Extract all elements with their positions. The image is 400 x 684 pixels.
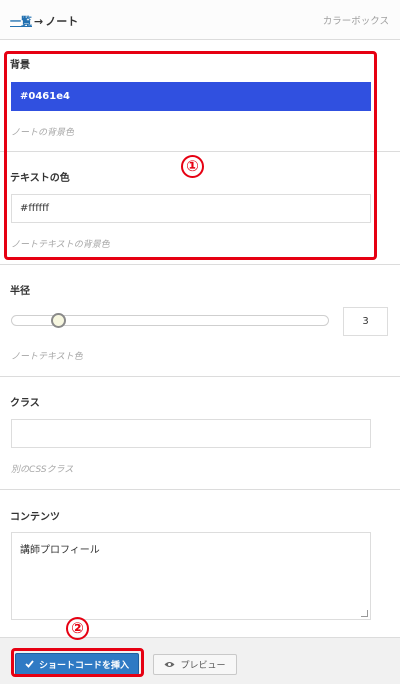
breadcrumb-link-list[interactable]: 一覧: [10, 15, 32, 28]
brand-label: カラーボックス: [322, 16, 389, 27]
annotation-number-2: ②: [66, 617, 89, 640]
eye-icon: [164, 662, 175, 667]
class-help: 別のCSSクラス: [11, 465, 74, 475]
contents-label: コンテンツ: [10, 512, 60, 523]
radius-label: 半径: [10, 286, 30, 297]
breadcrumb: 一覧 → ノート: [10, 13, 78, 29]
annotation-box-2: [11, 648, 144, 677]
preview-button[interactable]: プレビュー: [153, 654, 237, 675]
contents-text: 講師プロフィール: [20, 545, 100, 556]
header: 一覧 → ノート カラーボックス: [0, 0, 400, 40]
class-label: クラス: [10, 398, 40, 409]
breadcrumb-current: ノート: [45, 15, 79, 28]
breadcrumb-arrow: →: [34, 15, 44, 28]
radius-help: ノートテキスト色: [11, 352, 83, 362]
contents-textarea[interactable]: 講師プロフィール: [11, 532, 371, 620]
radius-number-input[interactable]: 3: [343, 307, 388, 336]
class-input[interactable]: [11, 419, 371, 448]
preview-label: プレビュー: [180, 661, 226, 671]
annotation-number-1: ①: [181, 155, 204, 178]
resize-handle-icon[interactable]: [361, 610, 368, 617]
